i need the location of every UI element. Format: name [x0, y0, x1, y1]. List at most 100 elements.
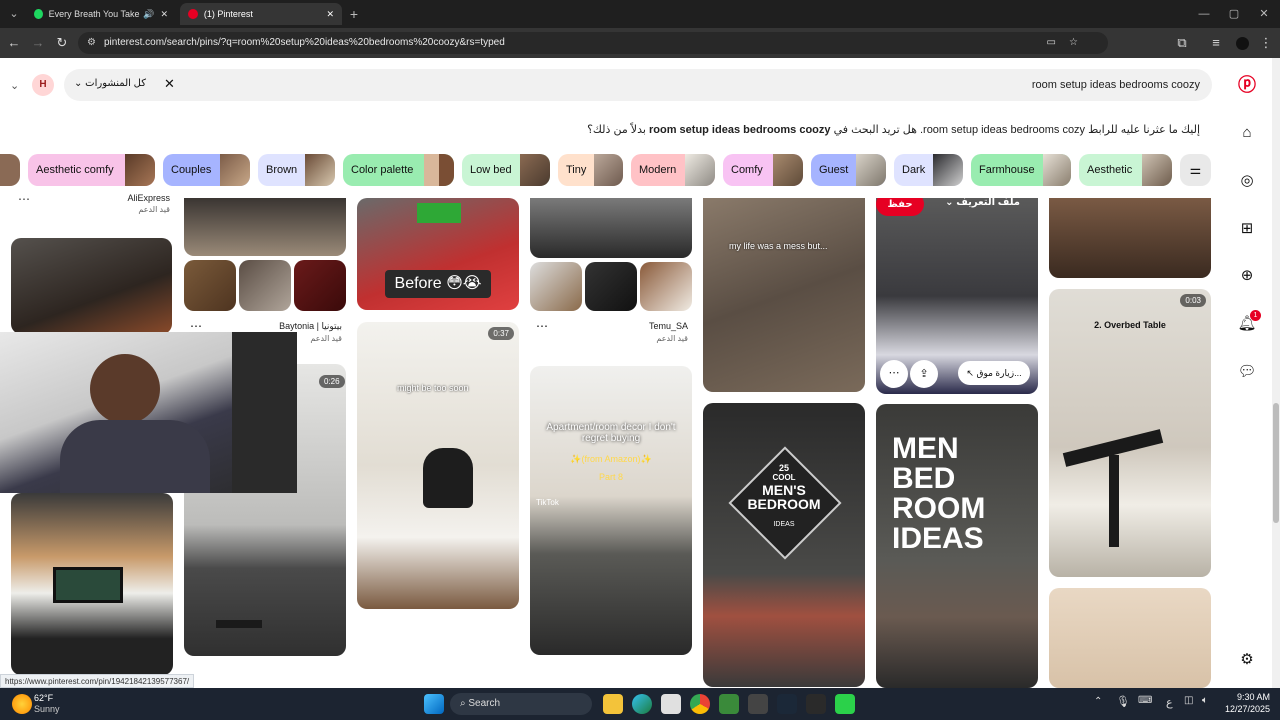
chip-partial[interactable]: [0, 154, 20, 186]
pin-thumb[interactable]: [239, 260, 291, 311]
more-options-icon[interactable]: ⋯: [190, 319, 202, 333]
volume-icon[interactable]: 🔈︎: [1202, 695, 1208, 706]
pin-bed-dark[interactable]: [530, 198, 692, 258]
create-icon[interactable]: ⊕: [1236, 265, 1258, 287]
site-info-icon[interactable]: ⚙: [87, 32, 96, 54]
search-input[interactable]: room setup ideas bedrooms coozy: [1032, 79, 1200, 91]
chip-brown[interactable]: Brown: [258, 154, 335, 186]
file-explorer-icon[interactable]: [603, 694, 623, 714]
tab-search-button[interactable]: ⌄: [2, 4, 26, 24]
url-field[interactable]: ⚙ pinterest.com/search/pins/?q=room%20se…: [78, 32, 1108, 54]
save-button[interactable]: حفظ: [876, 198, 924, 216]
chip-aesthetic-comfy[interactable]: Aesthetic comfy: [28, 154, 155, 186]
minimize-button[interactable]: —: [1192, 4, 1216, 24]
settings-icon[interactable]: ⚙: [1236, 649, 1258, 671]
pin-source[interactable]: AliExpress: [60, 193, 170, 203]
explore-icon[interactable]: ◎: [1236, 170, 1258, 192]
reload-icon[interactable]: ↻: [52, 33, 72, 53]
pin-drawers[interactable]: [1049, 198, 1211, 278]
pin-thumb[interactable]: [585, 262, 637, 311]
profile-icon[interactable]: [1232, 33, 1252, 53]
pin-overlay-room[interactable]: حفظ ⌄ ملف التعريف ⋯ ⇪ ↖ زيارة موق...: [876, 198, 1038, 394]
pin-thumb[interactable]: [640, 262, 692, 311]
mic-icon[interactable]: 🎙︎: [1116, 695, 1130, 708]
more-options-icon[interactable]: ⋯: [536, 319, 548, 333]
filter-dropdown[interactable]: ⌄ كل المنشورات: [74, 78, 146, 89]
tray-chevron-icon[interactable]: ⌃: [1094, 696, 1102, 707]
pin-thumb[interactable]: [294, 260, 346, 311]
pin-mens-bedroom[interactable]: 25 COOL MEN'S BEDROOM IDEAS: [703, 403, 865, 687]
language-indicator[interactable]: ع: [1166, 696, 1173, 709]
visit-site-button[interactable]: ↖ زيارة موق...: [958, 361, 1030, 385]
pin-sitting-bed[interactable]: 0:37 might be too soon: [357, 322, 519, 609]
start-icon[interactable]: [424, 694, 444, 714]
pin-before[interactable]: Before 😳😭: [357, 198, 519, 310]
store-icon[interactable]: [661, 694, 681, 714]
terminal-icon[interactable]: [806, 694, 826, 714]
pin-messy-floor[interactable]: my life was a mess but...: [703, 198, 865, 392]
scrollbar-thumb[interactable]: [1273, 403, 1279, 523]
chrome-icon[interactable]: [690, 694, 710, 714]
chip-couples[interactable]: Couples: [163, 154, 250, 186]
pin-thumb[interactable]: [530, 262, 582, 311]
pin-source[interactable]: Baytonia | بيتونيا: [230, 321, 342, 332]
chip-comfy[interactable]: Comfy: [723, 154, 803, 186]
chip-low-bed[interactable]: Low bed: [462, 154, 550, 186]
cast-icon[interactable]: ▭: [1047, 32, 1056, 54]
messages-icon[interactable]: 💬︎: [1236, 361, 1258, 383]
restore-button[interactable]: ▢: [1222, 4, 1246, 24]
pin-gaming-setup[interactable]: [11, 493, 173, 675]
edge-icon[interactable]: [632, 694, 652, 714]
chip-tiny[interactable]: Tiny: [558, 154, 623, 186]
profile-dropdown[interactable]: ⌄ ملف التعريف: [945, 198, 1020, 208]
close-window-button[interactable]: ✕: [1252, 4, 1276, 24]
keyboard-icon[interactable]: ⌨: [1138, 695, 1152, 706]
tab-pinterest[interactable]: (1) Pinterest ✕: [180, 3, 342, 25]
menu-icon[interactable]: ⋮: [1256, 33, 1276, 53]
pin-wardrobe[interactable]: [184, 198, 346, 256]
new-tab-button[interactable]: +: [342, 4, 366, 24]
close-icon[interactable]: ✕: [326, 9, 334, 20]
steam-icon[interactable]: [777, 694, 797, 714]
scrollbar[interactable]: [1272, 58, 1280, 688]
weather-icon[interactable]: [12, 694, 32, 714]
close-icon[interactable]: ✕: [160, 9, 168, 20]
more-options-icon[interactable]: ⋯: [880, 360, 908, 388]
search-bar[interactable]: ⌄ كل المنشورات ✕ room setup ideas bedroo…: [64, 69, 1212, 101]
boards-icon[interactable]: ⊞: [1236, 218, 1258, 240]
pin-dark-room[interactable]: [11, 238, 172, 334]
chip-aesthetic[interactable]: Aesthetic: [1079, 154, 1172, 186]
taskbar-search[interactable]: ⌕ Search: [450, 693, 592, 715]
avatar[interactable]: H: [32, 74, 54, 96]
tab-youtube[interactable]: Every Breath You Take • The 🔊 ✕: [26, 3, 176, 25]
more-options-icon[interactable]: ⋯: [18, 192, 30, 206]
chip-guest[interactable]: Guest: [811, 154, 886, 186]
back-icon[interactable]: ←: [4, 33, 24, 53]
chevron-down-icon[interactable]: ⌄: [10, 79, 19, 92]
pin-overbed-table[interactable]: 0:03 2. Overbed Table: [1049, 289, 1211, 577]
pin-source[interactable]: Temu_SA: [570, 321, 688, 331]
filter-settings-icon[interactable]: ⚌: [1180, 154, 1211, 186]
pin-thumb[interactable]: [184, 260, 236, 311]
chip-farmhouse[interactable]: Farmhouse: [971, 154, 1071, 186]
chip-dark[interactable]: Dark: [894, 154, 963, 186]
bookmark-star-icon[interactable]: ☆: [1069, 32, 1078, 54]
network-icon[interactable]: ◫: [1184, 695, 1193, 706]
reading-list-icon[interactable]: ≡: [1206, 33, 1226, 53]
chip-modern[interactable]: Modern: [631, 154, 715, 186]
notifications-icon[interactable]: 🔔︎ 1: [1236, 310, 1261, 335]
app-icon[interactable]: [719, 694, 739, 714]
extensions-icon[interactable]: ⧉: [1172, 33, 1192, 53]
app-icon[interactable]: [748, 694, 768, 714]
forward-icon[interactable]: →: [28, 33, 48, 53]
share-icon[interactable]: ⇪: [910, 360, 938, 388]
pin-apartment[interactable]: Apartment/room decor I don't regret buyi…: [530, 366, 692, 655]
pin-men-bed-room[interactable]: MEN BED ROOM IDEAS: [876, 404, 1038, 688]
app-icon[interactable]: [835, 694, 855, 714]
pinterest-logo-icon[interactable]: ⓟ: [1236, 74, 1258, 96]
clock-time[interactable]: 9:30 AM: [1222, 692, 1270, 702]
clock-date[interactable]: 12/27/2025: [1212, 704, 1270, 714]
clear-search-icon[interactable]: ✕: [164, 76, 175, 92]
pin-beige-room[interactable]: [1049, 588, 1211, 688]
chip-color-palette[interactable]: Color palette: [343, 154, 454, 186]
